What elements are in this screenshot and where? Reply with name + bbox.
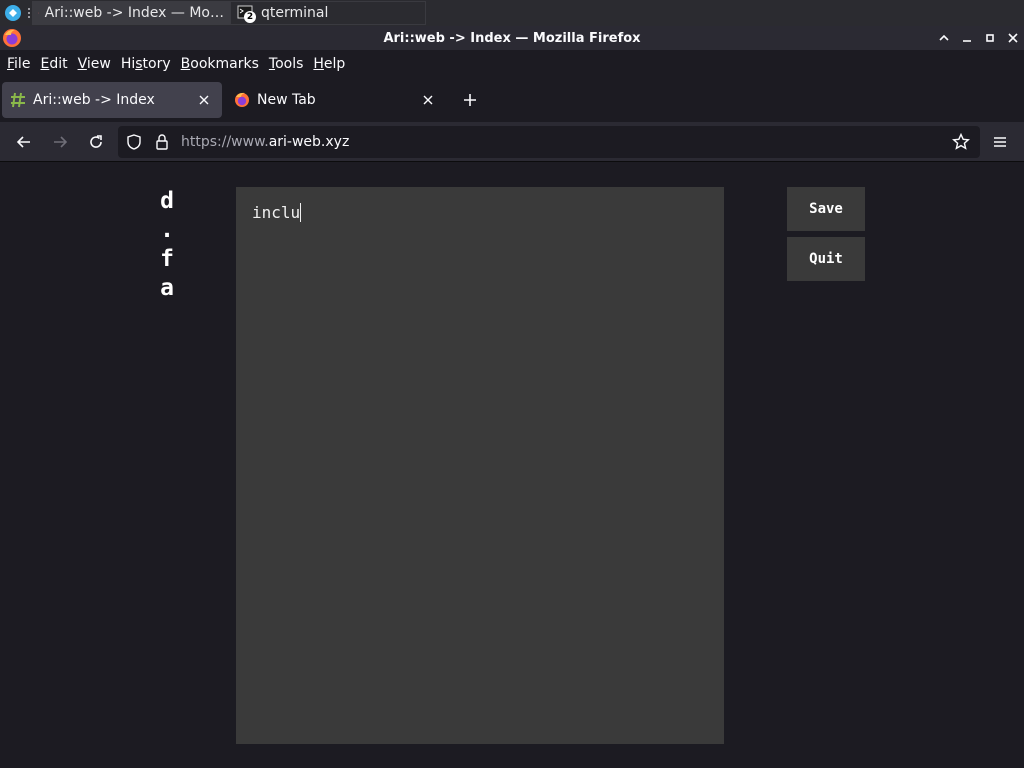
reload-button[interactable] [80,126,112,158]
terminal-icon: 2 [237,4,256,23]
lock-icon[interactable] [155,134,169,154]
save-button[interactable]: Save [787,187,865,231]
start-menu-button[interactable] [0,0,26,26]
url-bar[interactable]: https://www.ari-web.xyz [118,126,980,158]
menu-bookmarks[interactable]: Bookmarks [176,50,264,78]
close-window-button[interactable] [1001,26,1024,50]
tab-new-tab[interactable]: New Tab [226,82,446,118]
tracking-protection-shield-icon[interactable] [126,134,142,154]
window-count-badge: 2 [244,11,256,23]
firefox-icon [38,12,39,14]
menu-bar: File Edit View History Bookmarks Tools H… [0,50,1024,78]
tab-label: Ari::web -> Index [33,92,155,108]
tab-close-button[interactable] [194,90,214,110]
chevron-up-icon [938,34,949,41]
reload-icon [90,135,102,148]
filename-char: a [160,275,174,301]
close-icon [423,95,433,105]
menu-tools[interactable]: Tools [264,50,309,78]
tab-ari-web-index[interactable]: Ari::web -> Index [2,82,222,118]
menu-history[interactable]: History [116,50,176,78]
restore-button[interactable] [978,26,1001,50]
tab-strip: Ari::web -> Index New Tab [0,78,1024,122]
filename-char: . [160,217,174,243]
taskbar-item-qterminal[interactable]: 2 qterminal [230,1,426,25]
tab-close-button[interactable] [418,90,438,110]
plus-icon [464,94,476,106]
close-icon [199,95,209,105]
hamburger-menu-icon [994,137,1006,147]
window-title: Ari::web -> Index — Mozilla Firefox [383,30,641,46]
app-launcher-icon [5,5,21,21]
menu-edit[interactable]: Edit [35,50,72,78]
minimize-button[interactable] [955,26,978,50]
filename-char: d [160,188,174,214]
app-menu-button[interactable] [984,126,1016,158]
navigation-toolbar: https://www.ari-web.xyz [0,122,1024,162]
taskbar-item-label: Ari::web -> Index — Mo… [44,5,224,21]
arrow-right-icon [54,136,68,148]
tab-label: New Tab [257,92,316,108]
puzzle-hash-icon [11,92,25,108]
menu-view[interactable]: View [73,50,116,78]
filename-vertical: d . f a [152,187,182,303]
minimize-icon [962,40,971,42]
close-icon [1007,33,1018,43]
filename-char: f [160,246,174,272]
arrow-left-icon [16,136,30,148]
page-content: d . f a inclu Save Quit [0,163,1024,768]
firefox-icon [235,92,249,107]
menu-file[interactable]: File [2,50,35,78]
taskbar: Ari::web -> Index — Mo… 2 qterminal [0,0,1024,26]
menu-help[interactable]: Help [308,50,350,78]
back-button[interactable] [8,126,40,158]
bookmark-star-icon[interactable] [952,132,970,155]
window-titlebar[interactable]: Ari::web -> Index — Mozilla Firefox [0,26,1024,50]
text-editor-area[interactable]: inclu [236,187,724,744]
window-controls [932,26,1024,50]
text-cursor [300,203,302,222]
restore-icon [985,34,994,42]
url-text[interactable]: https://www.ari-web.xyz [181,126,349,158]
quit-button[interactable]: Quit [787,237,865,281]
taskbar-item-label: qterminal [261,5,329,21]
forward-button[interactable] [44,126,76,158]
editor-content[interactable]: inclu [252,203,302,222]
firefox-icon [3,29,21,47]
maximize-button[interactable] [932,26,955,50]
new-tab-button[interactable] [456,88,484,112]
taskbar-item-firefox[interactable]: Ari::web -> Index — Mo… [32,1,230,25]
